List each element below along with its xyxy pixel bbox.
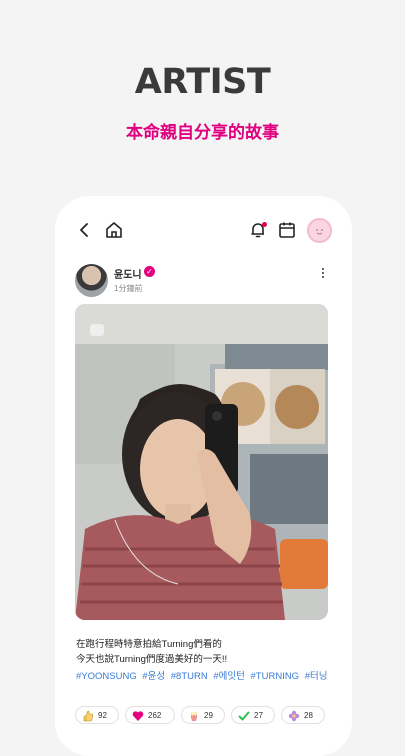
- hashtag[interactable]: #YOONSUNG: [76, 671, 137, 682]
- hashtag[interactable]: #윤성: [142, 671, 165, 682]
- hashtag[interactable]: #TURNING: [251, 671, 300, 682]
- post-photo[interactable]: [75, 304, 328, 620]
- top-navigation-bar: [55, 218, 352, 250]
- reaction-bar: 92 262 29 27 28: [75, 706, 335, 728]
- bell-icon[interactable]: [248, 220, 272, 244]
- post-caption: 在跑行程時特意拍給Turning們看的 今天也說Turning們度過美好的一天!…: [76, 637, 336, 667]
- reaction-count: 27: [254, 711, 263, 720]
- check-icon: [238, 711, 250, 721]
- phone-frame: 윤도니 ✓ 1分鐘前 在跑行程時特意拍給Turning們看的 今天也說Turni…: [55, 196, 352, 756]
- caption-line-1: 在跑行程時特意拍給Turning們看的: [76, 639, 222, 650]
- post-time: 1分鐘前: [114, 284, 143, 293]
- caption-line-2: 今天也說Turning們度過美好的一天!!: [76, 654, 228, 665]
- calendar-icon[interactable]: [277, 220, 301, 244]
- promo-subtitle: 本命親自分享的故事: [126, 123, 279, 143]
- reaction-heart[interactable]: 262: [125, 706, 175, 724]
- flower-icon: [288, 710, 300, 722]
- hashtag[interactable]: #8TURN: [171, 671, 208, 682]
- author-avatar[interactable]: [75, 264, 108, 297]
- heart-icon: [132, 711, 144, 721]
- thumbs-up-icon: [83, 710, 94, 722]
- popcorn-icon: [190, 711, 198, 721]
- reaction-thumbs-up[interactable]: 92: [75, 706, 119, 724]
- hashtag[interactable]: #터닝: [305, 671, 328, 682]
- home-icon[interactable]: [104, 220, 128, 244]
- promo-title: ARTIST: [134, 62, 271, 102]
- reaction-flower[interactable]: 28: [281, 706, 325, 724]
- post-header: 윤도니 ✓ 1分鐘前: [75, 264, 331, 298]
- reaction-check[interactable]: 27: [231, 706, 275, 724]
- author-name[interactable]: 윤도니: [114, 266, 142, 281]
- verified-badge-icon: ✓: [144, 266, 155, 277]
- profile-avatar[interactable]: [307, 218, 332, 243]
- hashtag[interactable]: #에잇턴: [213, 671, 245, 682]
- reaction-count: 92: [98, 711, 107, 720]
- reaction-count: 29: [204, 711, 213, 720]
- notification-dot: [262, 222, 267, 227]
- back-arrow-icon[interactable]: [75, 220, 99, 244]
- hashtag-list: #YOONSUNG #윤성 #8TURN #에잇턴 #TURNING #터닝: [76, 668, 336, 682]
- more-options-icon[interactable]: [315, 266, 331, 280]
- reaction-count: 262: [148, 711, 162, 720]
- reaction-popcorn[interactable]: 29: [181, 706, 225, 724]
- reaction-count: 28: [304, 711, 313, 720]
